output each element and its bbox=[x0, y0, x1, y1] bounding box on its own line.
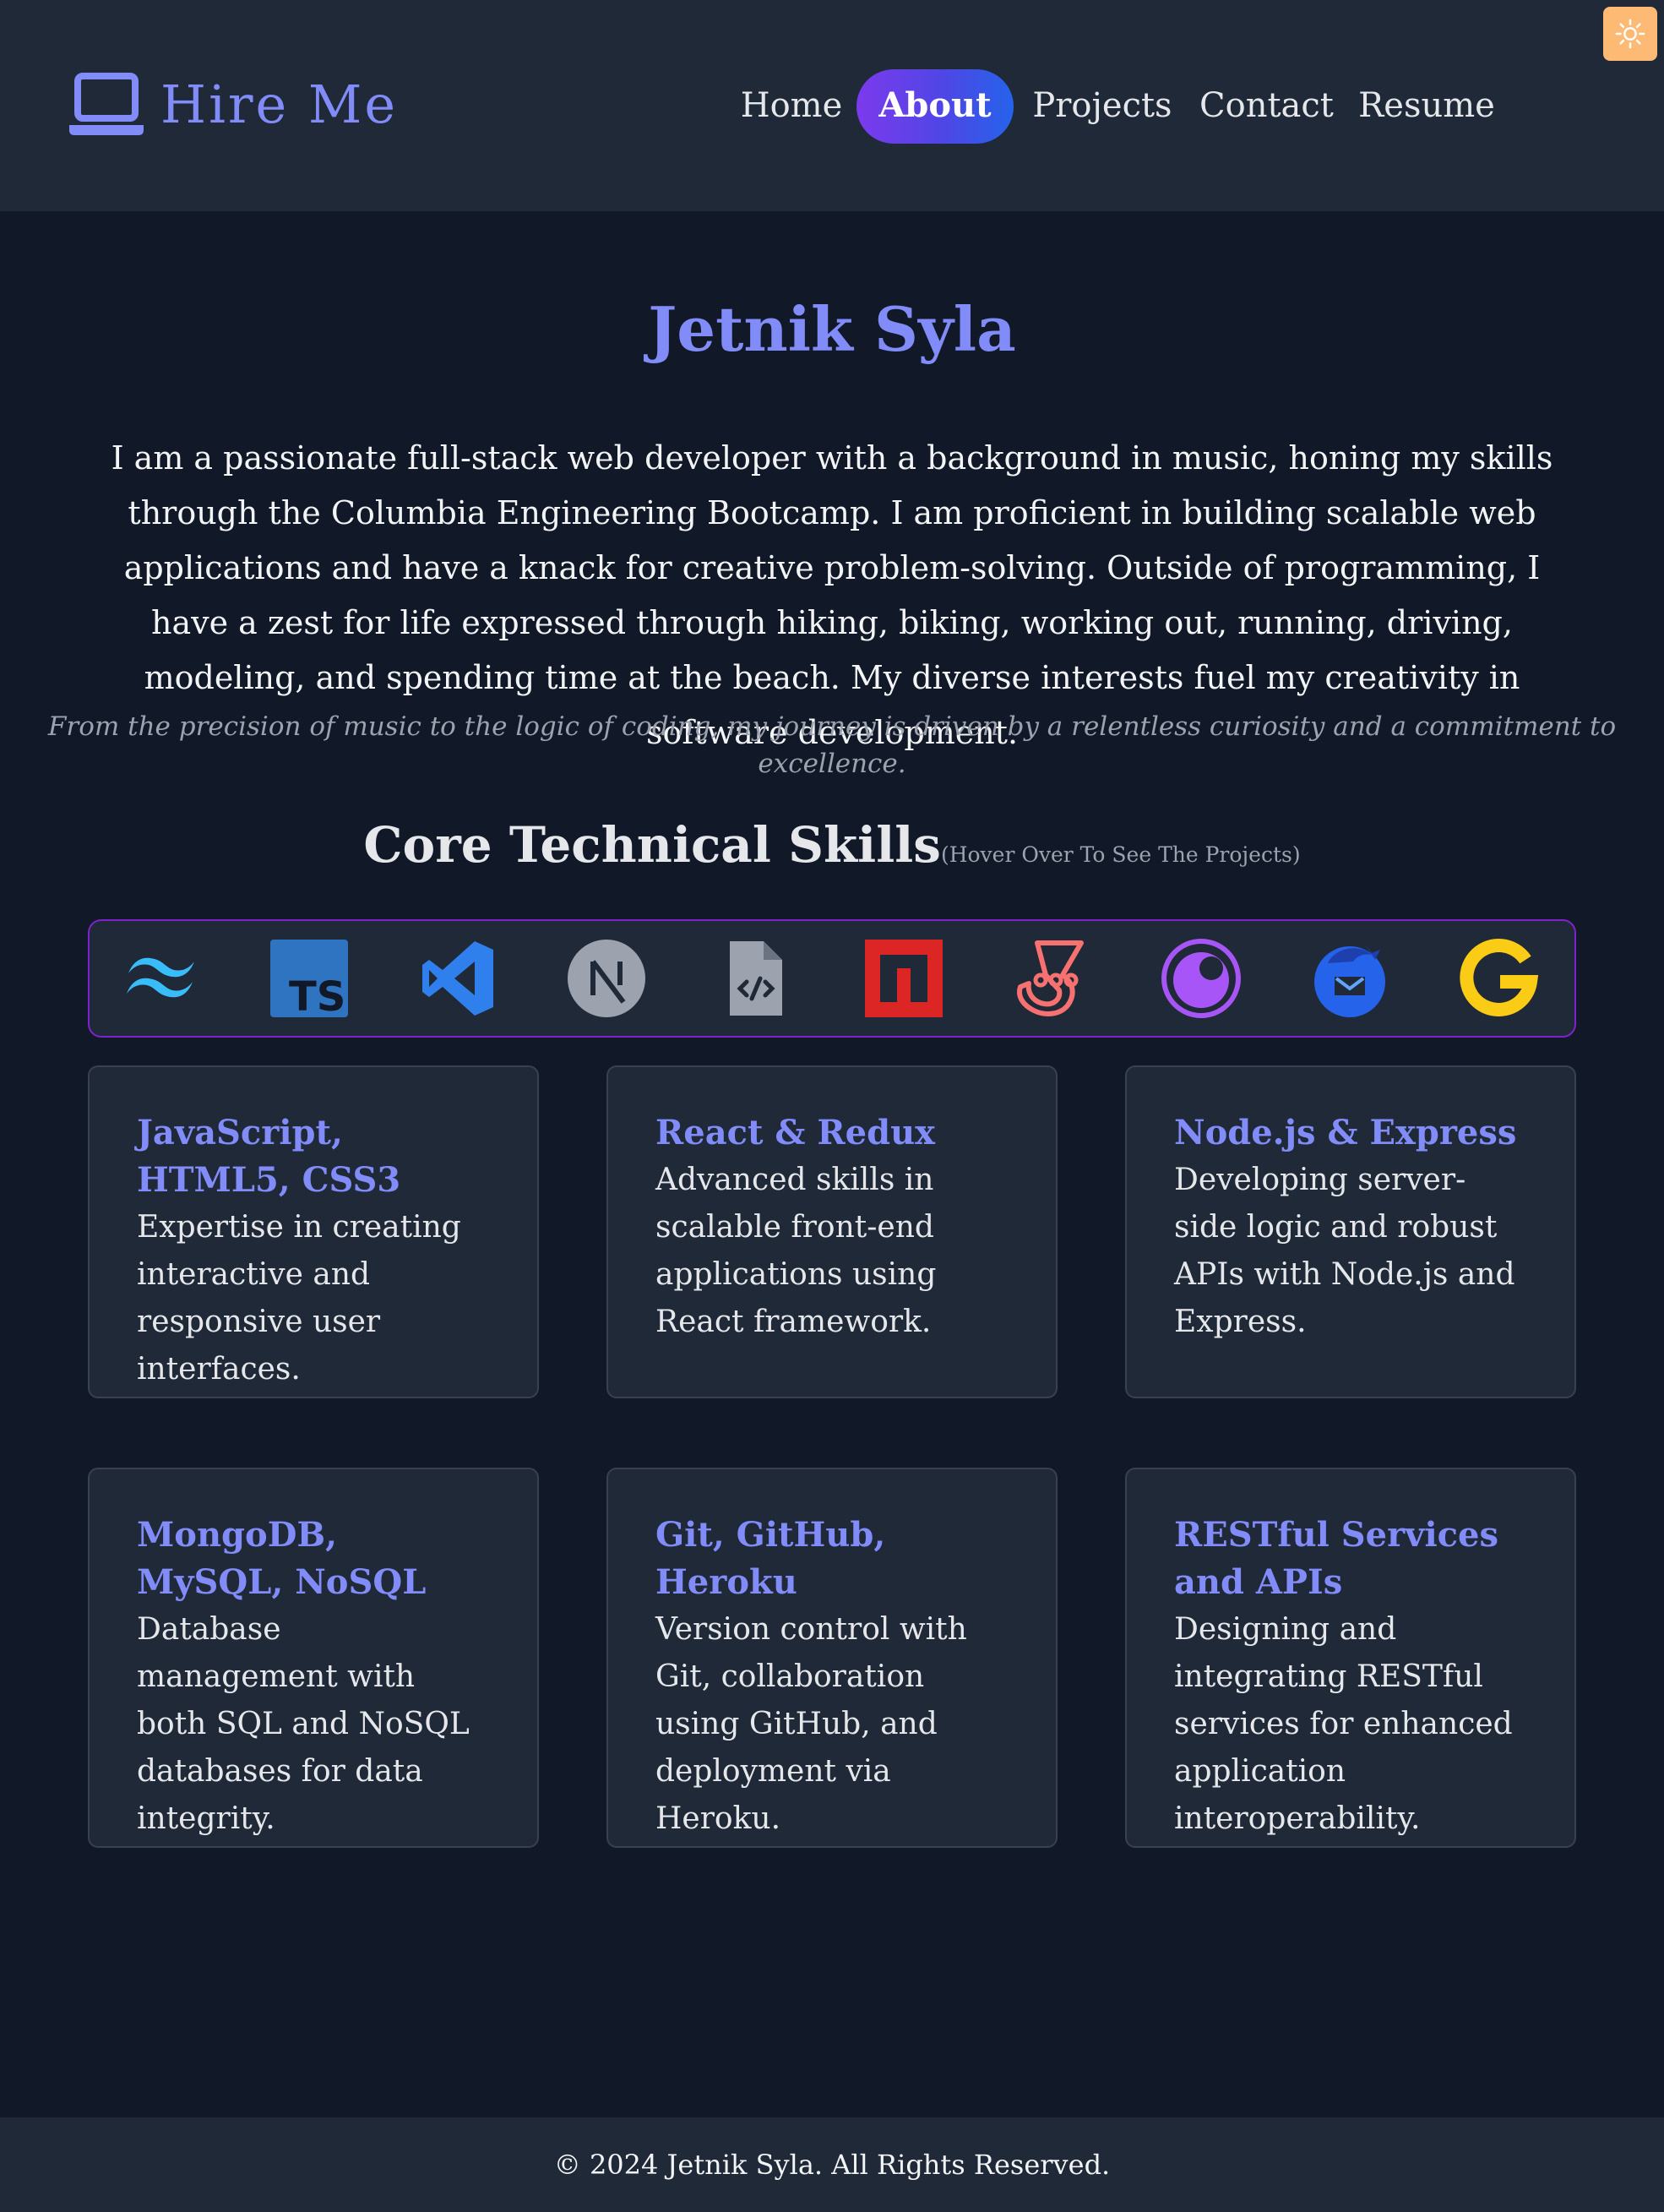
skills-hint: (Hover Over To See The Projects) bbox=[940, 842, 1301, 867]
skills-title: Core Technical Skills bbox=[363, 816, 941, 874]
skill-card-title: Node.js & Express bbox=[1174, 1113, 1517, 1152]
nav-home[interactable]: Home bbox=[737, 69, 846, 144]
page-title: Jetnik Syla bbox=[648, 293, 1016, 365]
site-footer: © 2024 Jetnik Syla. All Rights Reserved. bbox=[0, 2117, 1664, 2212]
skill-card-javascript: JavaScript, HTML5, CSS3 Expertise in cre… bbox=[88, 1065, 539, 1398]
main-nav: Home About Projects Contact Resume bbox=[693, 69, 1664, 144]
skill-card-title: React & Redux bbox=[655, 1113, 935, 1152]
skill-card-title: MongoDB, MySQL, NoSQL bbox=[137, 1515, 427, 1602]
nav-resume[interactable]: Resume bbox=[1351, 69, 1502, 144]
skill-card-description: Version control with Git, collaboration … bbox=[655, 1612, 967, 1836]
skill-card-node: Node.js & Express Developing server-side… bbox=[1125, 1065, 1576, 1398]
thunderbird-icon[interactable] bbox=[1309, 938, 1390, 1019]
skill-card-rest: RESTful Services and APIs Designing and … bbox=[1125, 1468, 1576, 1848]
nav-about[interactable]: About bbox=[856, 69, 1014, 144]
skill-card-databases: MongoDB, MySQL, NoSQL Database managemen… bbox=[88, 1468, 539, 1848]
theme-toggle-button[interactable] bbox=[1603, 7, 1657, 61]
skill-card-description: Advanced skills in scalable front-end ap… bbox=[655, 1163, 937, 1339]
typescript-icon[interactable]: TS bbox=[269, 938, 350, 1019]
skill-card-description: Designing and integrating RESTful servic… bbox=[1174, 1612, 1513, 1836]
skill-card-title: Git, GitHub, Heroku bbox=[655, 1515, 886, 1602]
skill-card-title: JavaScript, HTML5, CSS3 bbox=[137, 1113, 401, 1200]
nav-contact[interactable]: Contact bbox=[1199, 69, 1334, 144]
svg-text:TS: TS bbox=[289, 973, 345, 1019]
insomnia-icon[interactable] bbox=[1161, 938, 1242, 1019]
nav-projects[interactable]: Projects bbox=[1030, 69, 1174, 144]
brand-link[interactable]: Hire Me bbox=[68, 71, 398, 139]
code-file-icon[interactable] bbox=[715, 938, 796, 1019]
skill-card-description: Database management with both SQL and No… bbox=[137, 1612, 470, 1836]
jest-icon[interactable] bbox=[1012, 938, 1093, 1019]
site-header: Hire Me Home About Projects Contact Resu… bbox=[0, 0, 1664, 211]
npm-icon[interactable] bbox=[863, 938, 944, 1019]
copyright-text: © 2024 Jetnik Syla. All Rights Reserved. bbox=[553, 2149, 1111, 2181]
laptop-icon bbox=[68, 71, 145, 139]
nextjs-icon[interactable] bbox=[566, 938, 647, 1019]
skill-card-title: RESTful Services and APIs bbox=[1174, 1515, 1498, 1602]
google-icon[interactable] bbox=[1458, 938, 1539, 1019]
tech-icon-bar: TS bbox=[88, 919, 1576, 1038]
vscode-icon[interactable] bbox=[417, 938, 498, 1019]
skills-heading: Core Technical Skills(Hover Over To See … bbox=[0, 811, 1664, 891]
skill-card-git: Git, GitHub, Heroku Version control with… bbox=[606, 1468, 1058, 1848]
skill-card-react: React & Redux Advanced skills in scalabl… bbox=[606, 1065, 1058, 1398]
tailwindcss-icon[interactable] bbox=[120, 938, 201, 1019]
skill-card-description: Developing server-side logic and robust … bbox=[1174, 1163, 1515, 1339]
skill-card-description: Expertise in creating interactive and re… bbox=[137, 1210, 461, 1387]
sun-icon bbox=[1614, 18, 1646, 50]
tagline: From the precision of music to the logic… bbox=[47, 711, 1617, 779]
brand-text: Hire Me bbox=[160, 74, 399, 135]
